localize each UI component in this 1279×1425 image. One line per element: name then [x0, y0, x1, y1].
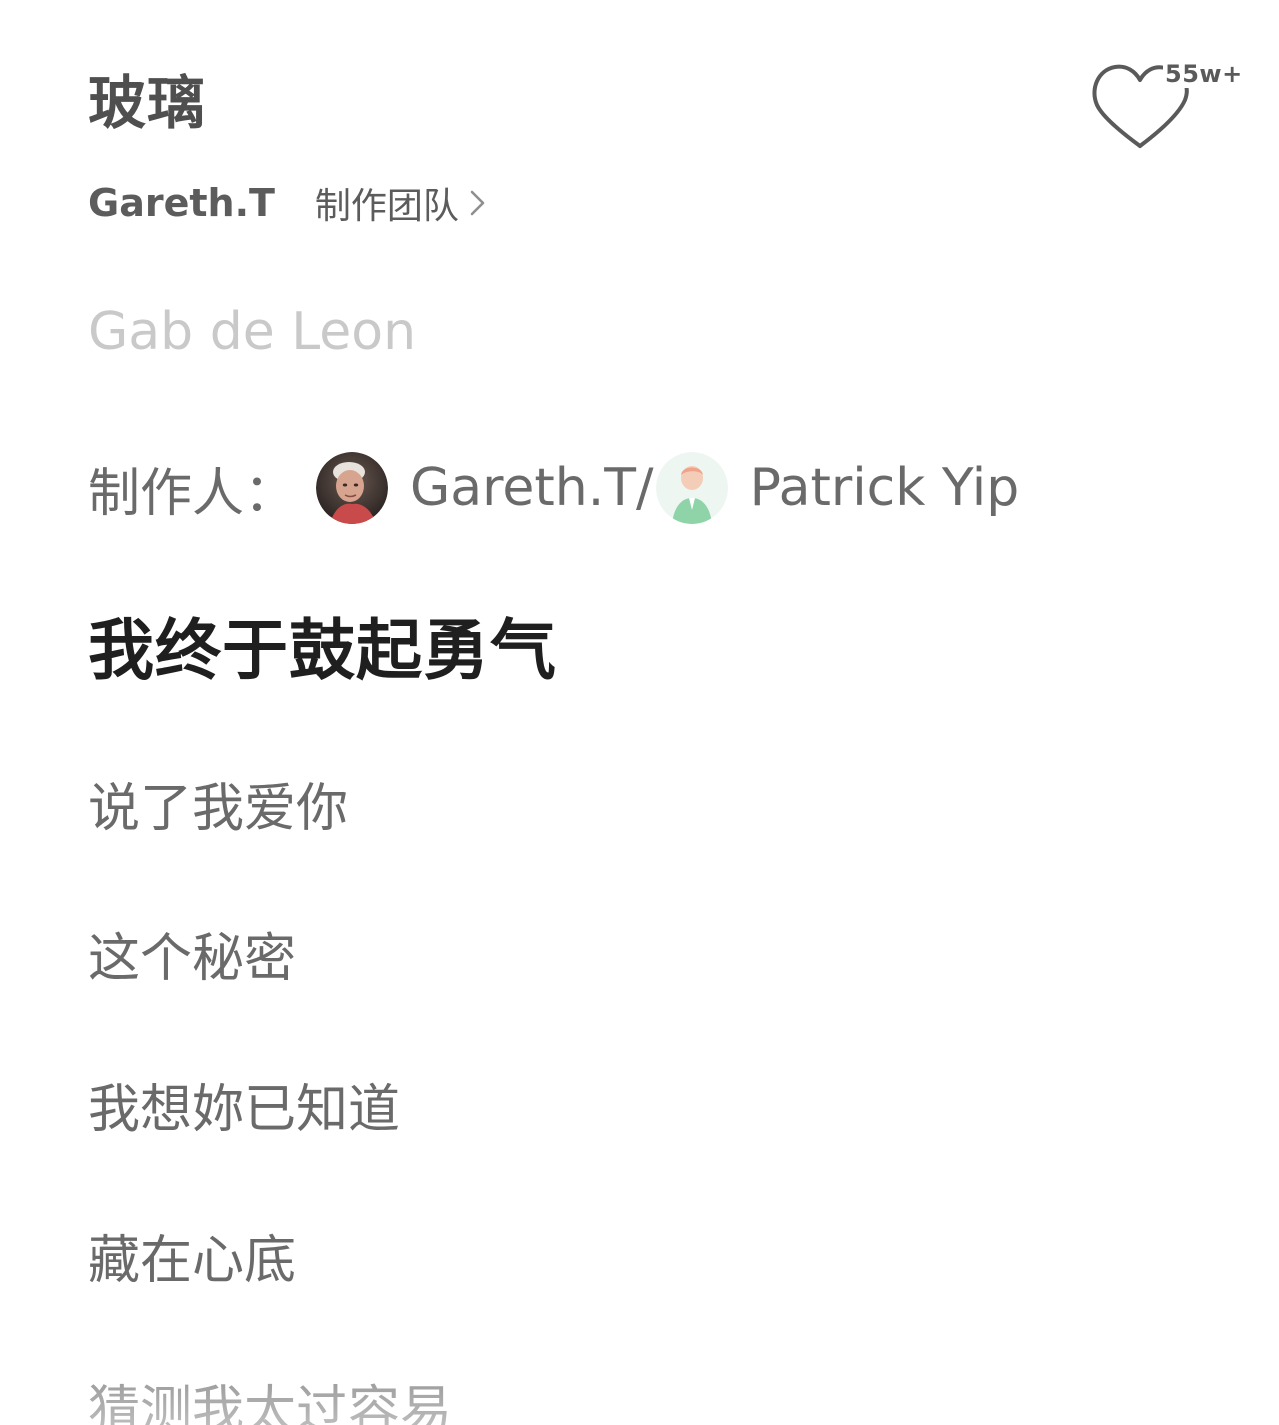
lyric-line-current[interactable]: 我终于鼓起勇气 [88, 618, 557, 684]
producer-row: 制作人： Gareth.T/ Patrick Yip [88, 448, 1019, 528]
producer-name-2[interactable]: Patrick Yip [750, 458, 1020, 518]
producer-avatar-2[interactable] [655, 452, 728, 524]
lyric-line[interactable]: 藏在心底 [88, 1235, 296, 1287]
like-button[interactable]: 55w+ [1090, 60, 1245, 160]
producer-label: 制作人： [88, 463, 297, 524]
avatar-photo-icon [316, 452, 389, 524]
lyric-line[interactable]: 猜测我太过容易 [88, 1385, 452, 1425]
production-team-link[interactable]: 制作团队 [315, 177, 487, 229]
producer-name-1[interactable]: Gareth.T/ [410, 458, 654, 518]
lyric-line[interactable]: Gab de Leon [88, 306, 416, 358]
artist-name[interactable]: Gareth.T [88, 181, 275, 225]
chevron-right-icon [470, 190, 485, 216]
lyric-line[interactable]: 我想妳已知道 [88, 1084, 400, 1136]
producer-avatar-1[interactable] [316, 452, 389, 524]
person-icon [655, 452, 728, 524]
lyric-line[interactable]: 说了我爱你 [88, 783, 348, 835]
production-team-label: 制作团队 [314, 186, 459, 227]
like-count: 55w+ [1163, 60, 1245, 88]
song-title: 玻璃 [88, 69, 207, 137]
lyrics-page: 玻璃 Gareth.T 制作团队 55w+ Gab de Leon 制作人： G… [0, 0, 1279, 1425]
song-meta-row: Gareth.T 制作团队 [88, 177, 487, 229]
lyric-line[interactable]: 这个秘密 [88, 933, 296, 985]
